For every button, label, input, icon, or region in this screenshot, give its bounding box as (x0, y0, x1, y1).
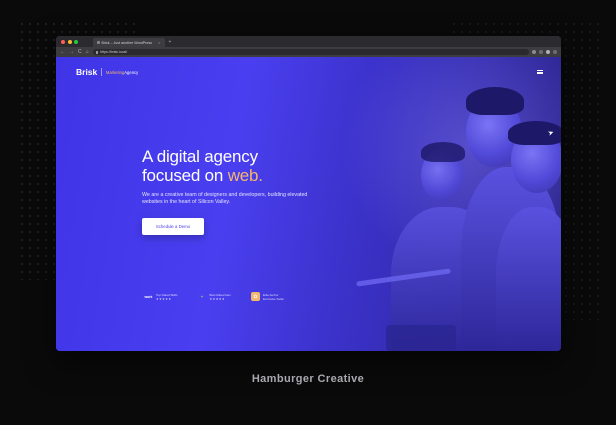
profile-avatar[interactable] (546, 50, 550, 54)
tagline-rest: Agency (124, 69, 139, 75)
tab-close-icon[interactable]: × (158, 40, 160, 45)
work-icon: work (144, 294, 153, 299)
badge-label: Top Rated Skills (156, 292, 178, 297)
site-nav: Brisk Marketing Agency (76, 66, 543, 78)
home-button[interactable]: ⌂ (86, 49, 89, 55)
new-tab-button[interactable]: + (169, 39, 172, 45)
badge-best-rated: ✦ Best Rated Item ★★★★★ (198, 292, 232, 301)
showcase-caption: Hamburger Creative (251, 373, 365, 385)
zoom-window-light[interactable] (74, 39, 78, 44)
star-icon[interactable] (532, 50, 536, 54)
badge-sublabel: Exclusive Seller (263, 296, 285, 301)
extension-icon[interactable] (539, 50, 543, 54)
tab-bar: Brisk – Just another WordPress × + (56, 36, 561, 47)
url-field[interactable]: https://brisk.local/ (92, 49, 529, 55)
showcase-card: Brisk – Just another WordPress × + ← → C… (0, 0, 616, 425)
hero-section: A digital agency focused on web. We are … (142, 147, 342, 235)
menu-icon[interactable] (553, 50, 557, 54)
tab-title: Brisk – Just another WordPress (101, 40, 152, 45)
hero-heading-line1: A digital agency (142, 147, 258, 166)
elite-author-icon: ✿ (251, 292, 261, 301)
back-button[interactable]: ← (60, 49, 65, 55)
close-window-light[interactable] (61, 39, 65, 44)
tagline-accent: Marketing (105, 69, 125, 75)
hero-heading: A digital agency focused on web. (142, 147, 342, 185)
badge-stars: ★★★★★ (209, 296, 225, 301)
badge-stars: ★★★★★ (156, 296, 172, 301)
site-logo[interactable]: Brisk (76, 67, 97, 77)
hamburger-menu-icon[interactable] (537, 69, 543, 75)
hero-heading-prefix: focused on (142, 166, 228, 185)
hero-heading-accent: web. (227, 166, 263, 185)
badge-top-rated: work Top Rated Skills ★★★★★ (144, 292, 178, 301)
browser-tab[interactable]: Brisk – Just another WordPress × (92, 38, 165, 47)
favicon-icon (96, 41, 100, 44)
website-page: Brisk Marketing Agency A digital agency … (56, 57, 561, 351)
url-text: https://brisk.local/ (100, 50, 128, 54)
hero-subtitle: We are a creative team of designers and … (142, 192, 308, 206)
hero-heading-line2: focused on web. (142, 166, 342, 185)
badge-elite-author: ✿ Elite Author Exclusive Seller (251, 292, 284, 301)
envato-icon: ✦ (200, 294, 204, 299)
reload-button[interactable]: C (78, 49, 82, 55)
schedule-demo-button[interactable]: Schedule a Demo (142, 217, 204, 235)
lock-icon (95, 50, 99, 54)
badge-label: Best Rated Item (209, 292, 232, 297)
address-bar-row: ← → C ⌂ https://brisk.local/ (56, 47, 561, 57)
logo-divider (101, 68, 102, 76)
minimize-window-light[interactable] (67, 39, 72, 44)
trust-badges: work Top Rated Skills ★★★★★ ✦ Best Rated… (144, 292, 284, 301)
browser-window: Brisk – Just another WordPress × + ← → C… (56, 36, 561, 351)
forward-button[interactable]: → (69, 49, 74, 55)
